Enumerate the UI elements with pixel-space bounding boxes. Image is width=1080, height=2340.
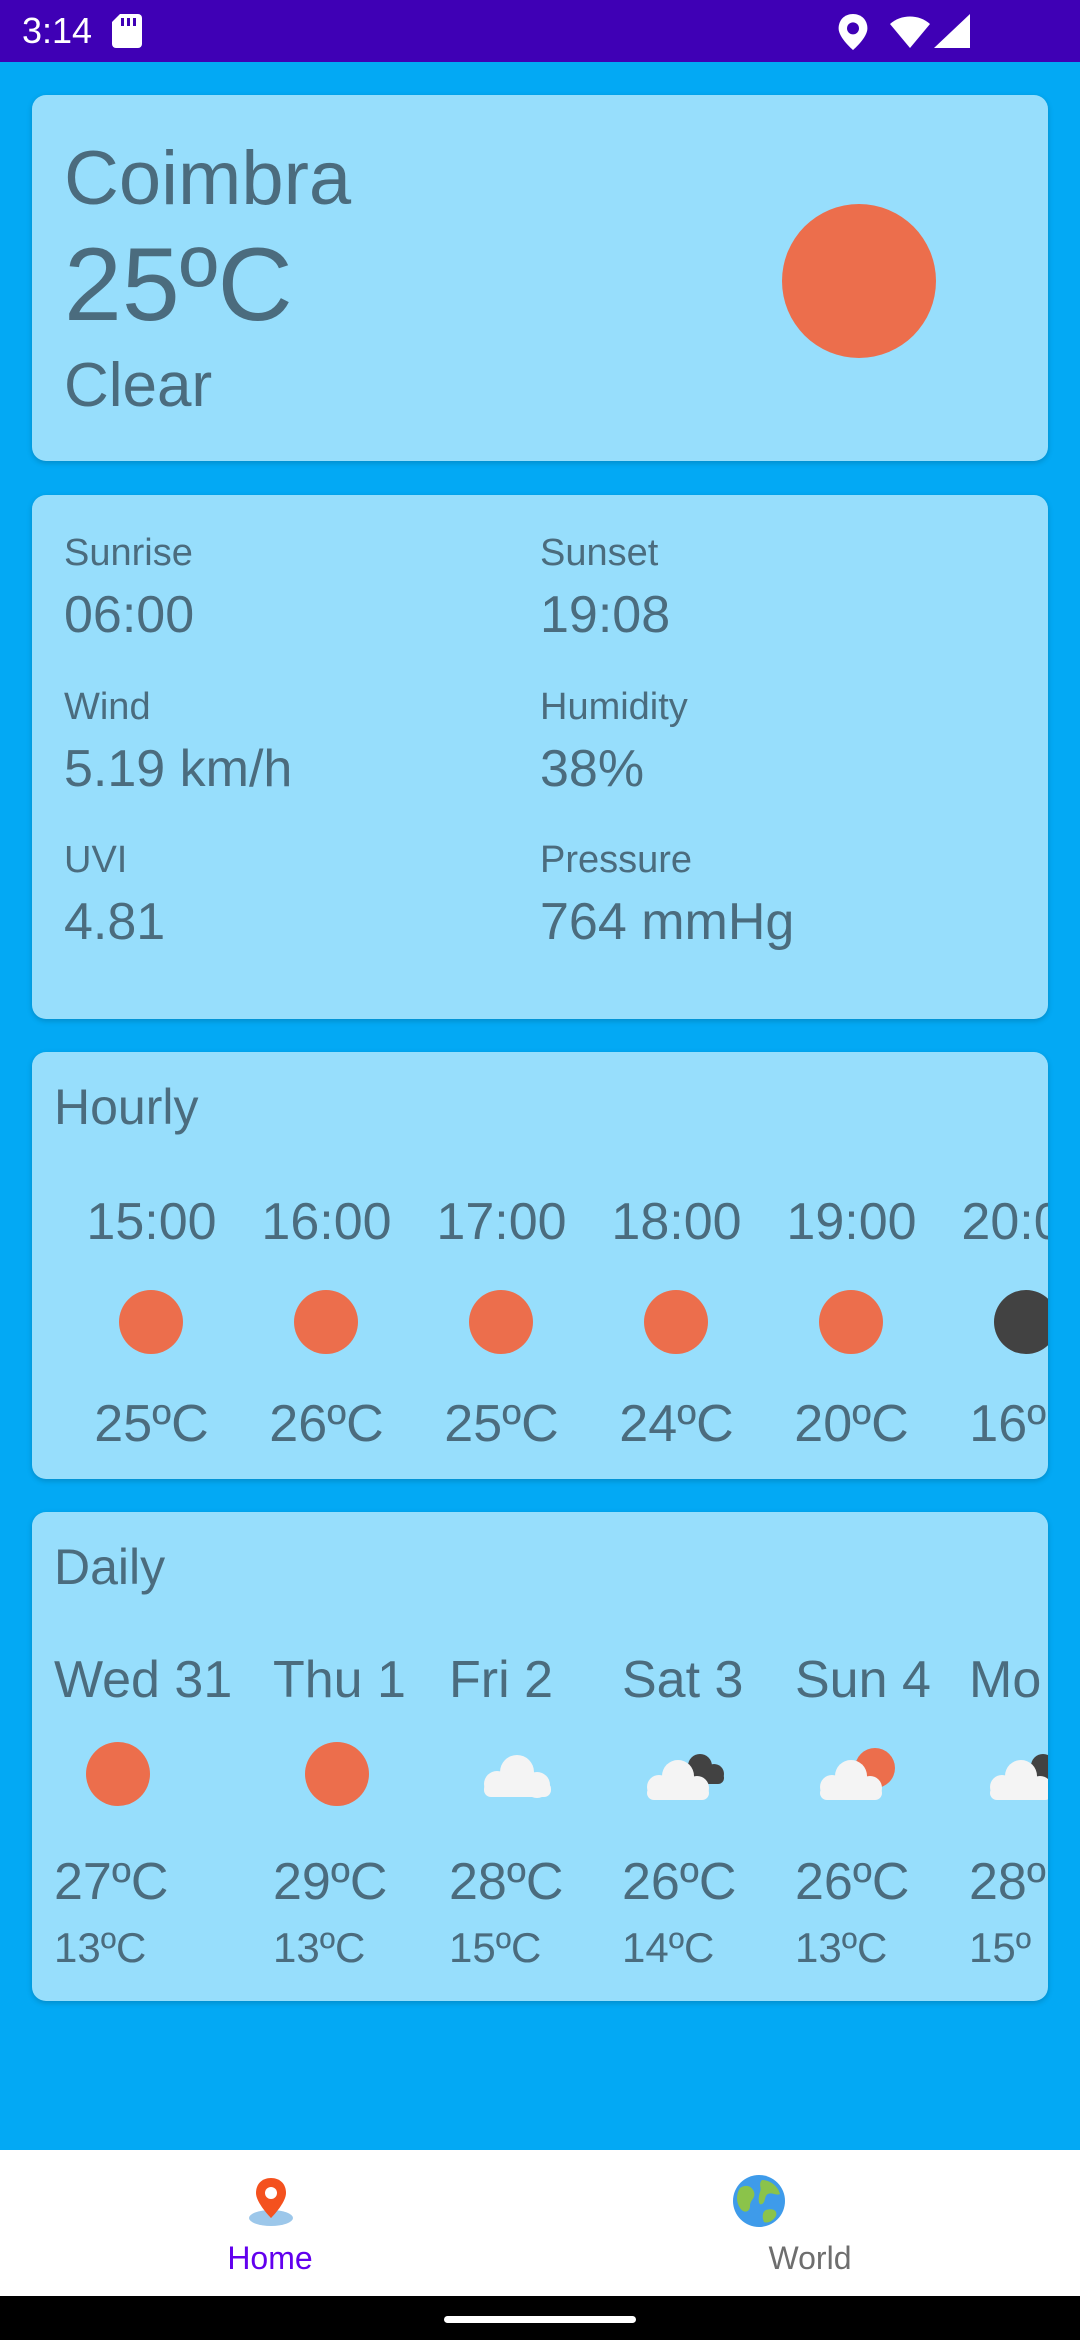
hourly-time: 16:00 [261, 1193, 392, 1251]
hourly-time: 17:00 [436, 1193, 567, 1251]
daily-low: 13ºC [54, 1924, 147, 1971]
sun-icon [305, 1742, 369, 1806]
nav-home-label: Home [227, 2240, 313, 2276]
location-icon [838, 14, 868, 50]
cloudy-icon [990, 1754, 1048, 1800]
detail-humidity: Humidity 38% [540, 685, 688, 799]
sun-icon [819, 1290, 883, 1354]
detail-uvi: UVI 4.81 [64, 838, 165, 952]
sun-icon [782, 204, 936, 358]
nav-world-label: World [768, 2240, 852, 2276]
hourly-temp: 25ºC [444, 1395, 559, 1453]
hourly-item[interactable]: 20:00 16ºC [939, 1052, 1048, 1479]
daily-day: Sat 3 [622, 1651, 744, 1709]
daily-high: 27ºC [54, 1853, 169, 1911]
sd-card-icon [112, 14, 142, 48]
daily-day: Wed 31 [54, 1651, 233, 1709]
hourly-time: 15:00 [86, 1193, 217, 1251]
daily-high: 26ºC [795, 1853, 910, 1911]
detail-label: Sunrise [64, 532, 193, 574]
detail-value: 4.81 [64, 893, 166, 951]
hourly-item[interactable]: 15:00 25ºC [64, 1052, 239, 1479]
hourly-time: 18:00 [611, 1193, 742, 1251]
hourly-item[interactable]: 16:00 26ºC [239, 1052, 414, 1479]
daily-day: Mo [969, 1651, 1042, 1709]
current-temperature: 25ºC [64, 227, 293, 343]
daily-low: 15ºC [449, 1924, 542, 1971]
partly-cloudy-icon [820, 1748, 895, 1800]
wifi-icon [890, 16, 930, 48]
detail-label: Wind [64, 686, 151, 728]
detail-value: 764 mmHg [540, 893, 795, 951]
daily-day: Sun 4 [795, 1651, 931, 1709]
hourly-time: 19:00 [786, 1193, 917, 1251]
daily-item[interactable]: Mo 28º 15º [969, 1512, 1048, 2001]
detail-value: 38% [540, 740, 645, 798]
detail-value: 06:00 [64, 586, 195, 644]
detail-sunset: Sunset 19:08 [540, 531, 670, 645]
sun-icon [86, 1742, 150, 1806]
hourly-time: 20:00 [961, 1193, 1048, 1251]
bottom-navigation: Home World [0, 2150, 1080, 2296]
moon-icon [994, 1290, 1048, 1354]
detail-wind: Wind 5.19 km/h [64, 685, 292, 799]
nav-world[interactable]: World [540, 2150, 1080, 2296]
cloud-icon [484, 1755, 551, 1798]
hourly-item[interactable]: 18:00 24ºC [589, 1052, 764, 1479]
daily-high: 29ºC [273, 1853, 388, 1911]
daily-low: 15º [969, 1924, 1032, 1971]
detail-label: Humidity [540, 686, 688, 728]
location-pin-icon [249, 2178, 293, 2226]
daily-low: 13ºC [795, 1924, 888, 1971]
sun-icon [119, 1290, 183, 1354]
detail-label: UVI [64, 839, 128, 881]
daily-day: Thu 1 [273, 1651, 406, 1709]
sun-icon [644, 1290, 708, 1354]
detail-pressure: Pressure 764 mmHg [540, 838, 794, 952]
detail-value: 19:08 [540, 586, 671, 644]
hourly-temp: 16ºC [969, 1395, 1048, 1453]
daily-forecast-card[interactable]: Daily Wed 31 27ºC 13ºC Thu 1 29ºC 13ºC F… [32, 1512, 1048, 2001]
cloudy-icon [647, 1754, 724, 1800]
signal-icon [934, 14, 970, 48]
status-bar: 3:14 [0, 0, 1080, 62]
city-name: Coimbra [64, 136, 352, 221]
hourly-item[interactable]: 17:00 25ºC [414, 1052, 589, 1479]
detail-label: Pressure [540, 839, 693, 881]
daily-high: 28ºC [449, 1853, 564, 1911]
current-weather-card: Coimbra 25ºC Clear [32, 95, 1048, 461]
daily-day: Fri 2 [449, 1651, 553, 1709]
daily-item[interactable]: Wed 31 27ºC 13ºC [54, 1512, 274, 2001]
detail-value: 5.19 km/h [64, 740, 293, 798]
sun-icon [469, 1290, 533, 1354]
system-navigation-bar [0, 2296, 1080, 2340]
current-condition: Clear [64, 351, 213, 420]
hourly-temp: 20ºC [794, 1395, 909, 1453]
hourly-forecast-card[interactable]: Hourly 15:00 25ºC 16:00 26ºC 17:00 25ºC … [32, 1052, 1048, 1479]
daily-high: 26ºC [622, 1853, 737, 1911]
hourly-item[interactable]: 19:00 20ºC [764, 1052, 939, 1479]
daily-low: 14ºC [622, 1924, 715, 1971]
weather-details-card: Sunrise 06:00 Sunset 19:08 Wind 5.19 km/… [32, 495, 1048, 1019]
nav-home[interactable]: Home [0, 2150, 540, 2296]
status-time: 3:14 [22, 10, 93, 51]
daily-high: 28º [969, 1853, 1046, 1911]
detail-sunrise: Sunrise 06:00 [64, 531, 194, 645]
globe-icon [733, 2175, 785, 2227]
home-gesture-handle[interactable] [444, 2316, 636, 2323]
hourly-temp: 26ºC [269, 1395, 384, 1453]
detail-label: Sunset [540, 532, 659, 574]
hourly-temp: 25ºC [94, 1395, 209, 1453]
daily-low: 13ºC [273, 1924, 366, 1971]
sun-icon [294, 1290, 358, 1354]
hourly-temp: 24ºC [619, 1395, 734, 1453]
